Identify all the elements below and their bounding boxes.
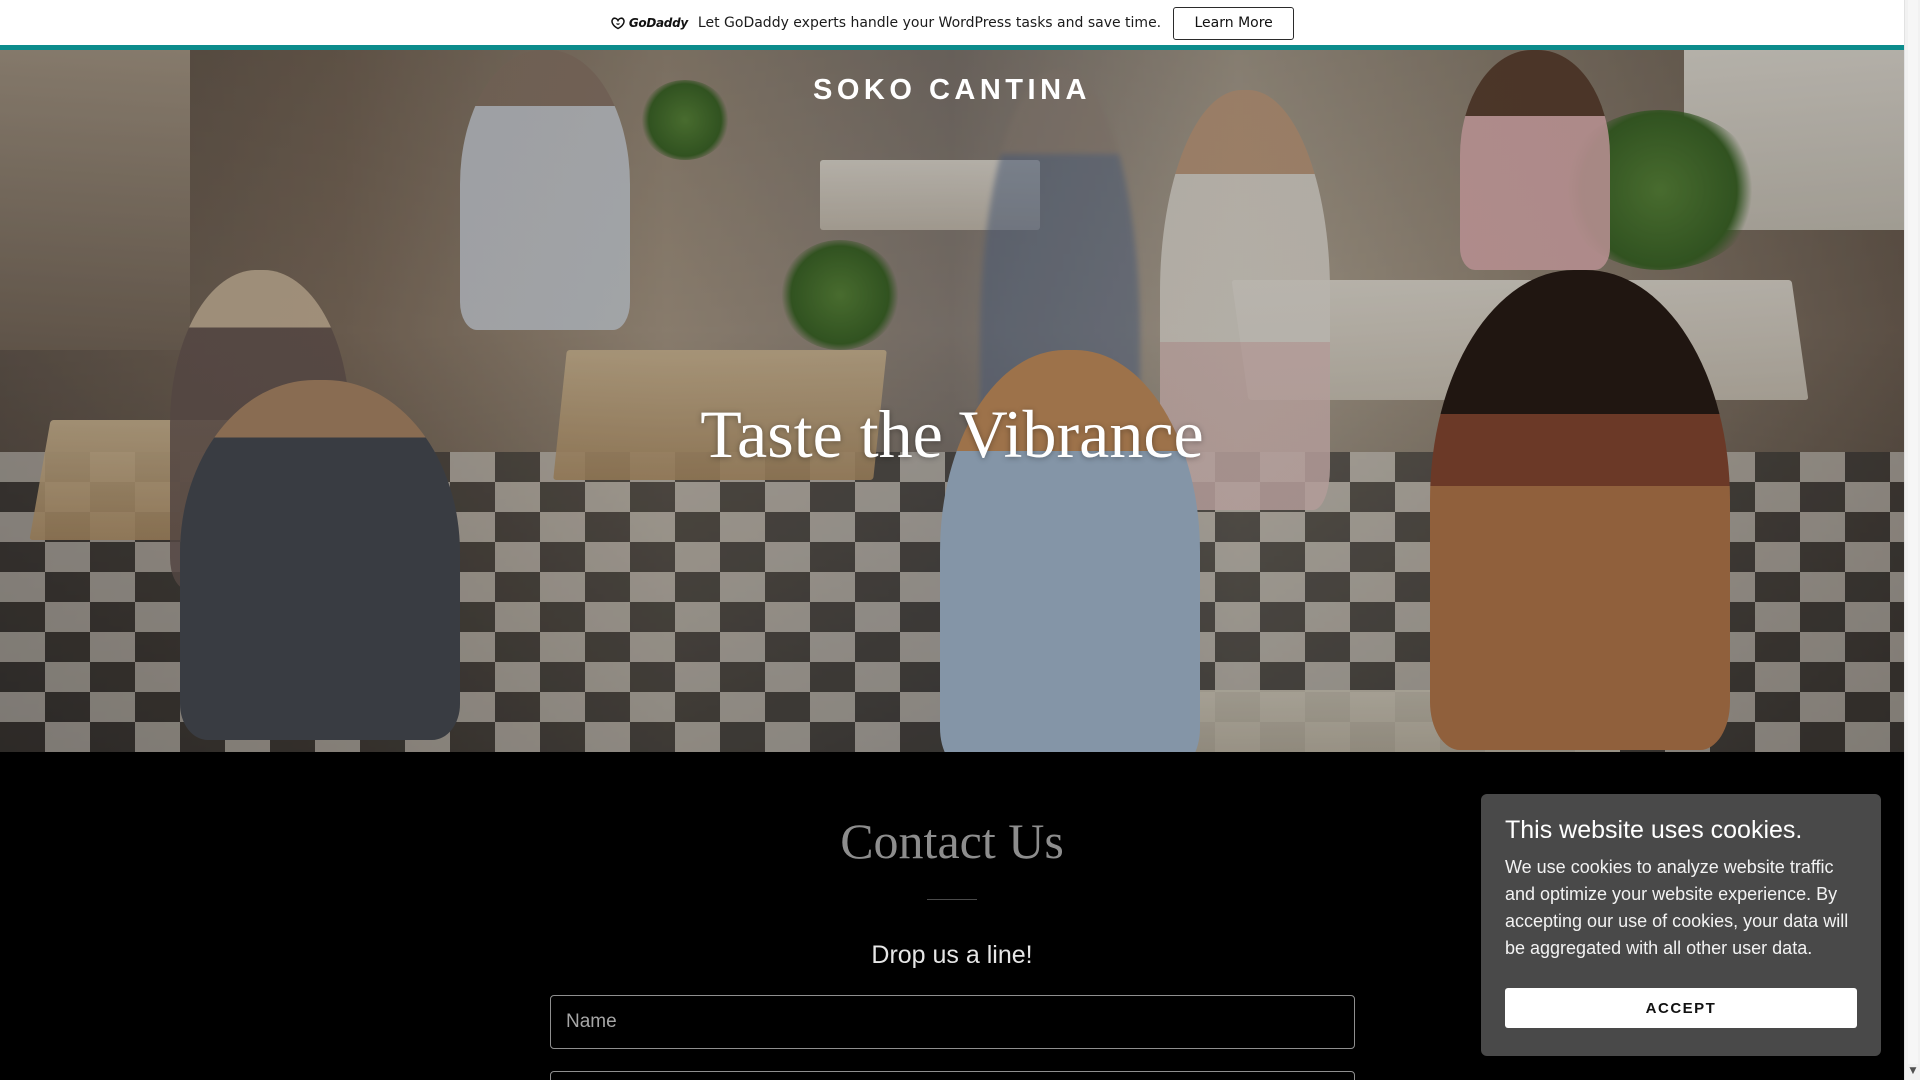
email-field[interactable] xyxy=(550,1071,1355,1080)
cookie-title: This website uses cookies. xyxy=(1505,816,1803,844)
godaddy-logo-text: GoDaddy xyxy=(628,16,688,30)
page-scrollbar[interactable]: ▼ xyxy=(1904,0,1920,1080)
chevron-down-icon[interactable]: ▼ xyxy=(1905,1064,1920,1078)
scrollbar-thumb[interactable] xyxy=(1908,0,1918,1064)
page: GoDaddy Let GoDaddy experts handle your … xyxy=(0,0,1904,1080)
promo-message: Let GoDaddy experts handle your WordPres… xyxy=(697,15,1162,31)
site-brand-link[interactable]: SOKO CANTINA xyxy=(0,74,1904,107)
name-field[interactable] xyxy=(550,995,1355,1049)
godaddy-logo: GoDaddy xyxy=(610,16,688,30)
promo-banner: GoDaddy Let GoDaddy experts handle your … xyxy=(0,0,1904,46)
contact-divider xyxy=(927,899,977,900)
godaddy-logo-icon xyxy=(611,17,625,30)
accept-cookies-button[interactable]: ACCEPT xyxy=(1505,988,1857,1028)
cookie-body: We use cookies to analyze website traffi… xyxy=(1505,857,1849,958)
cookie-banner: This website uses cookies. We use cookie… xyxy=(1481,794,1881,1056)
hero-title: Taste the Vibrance xyxy=(700,396,1204,472)
learn-more-button[interactable]: Learn More xyxy=(1173,6,1295,40)
